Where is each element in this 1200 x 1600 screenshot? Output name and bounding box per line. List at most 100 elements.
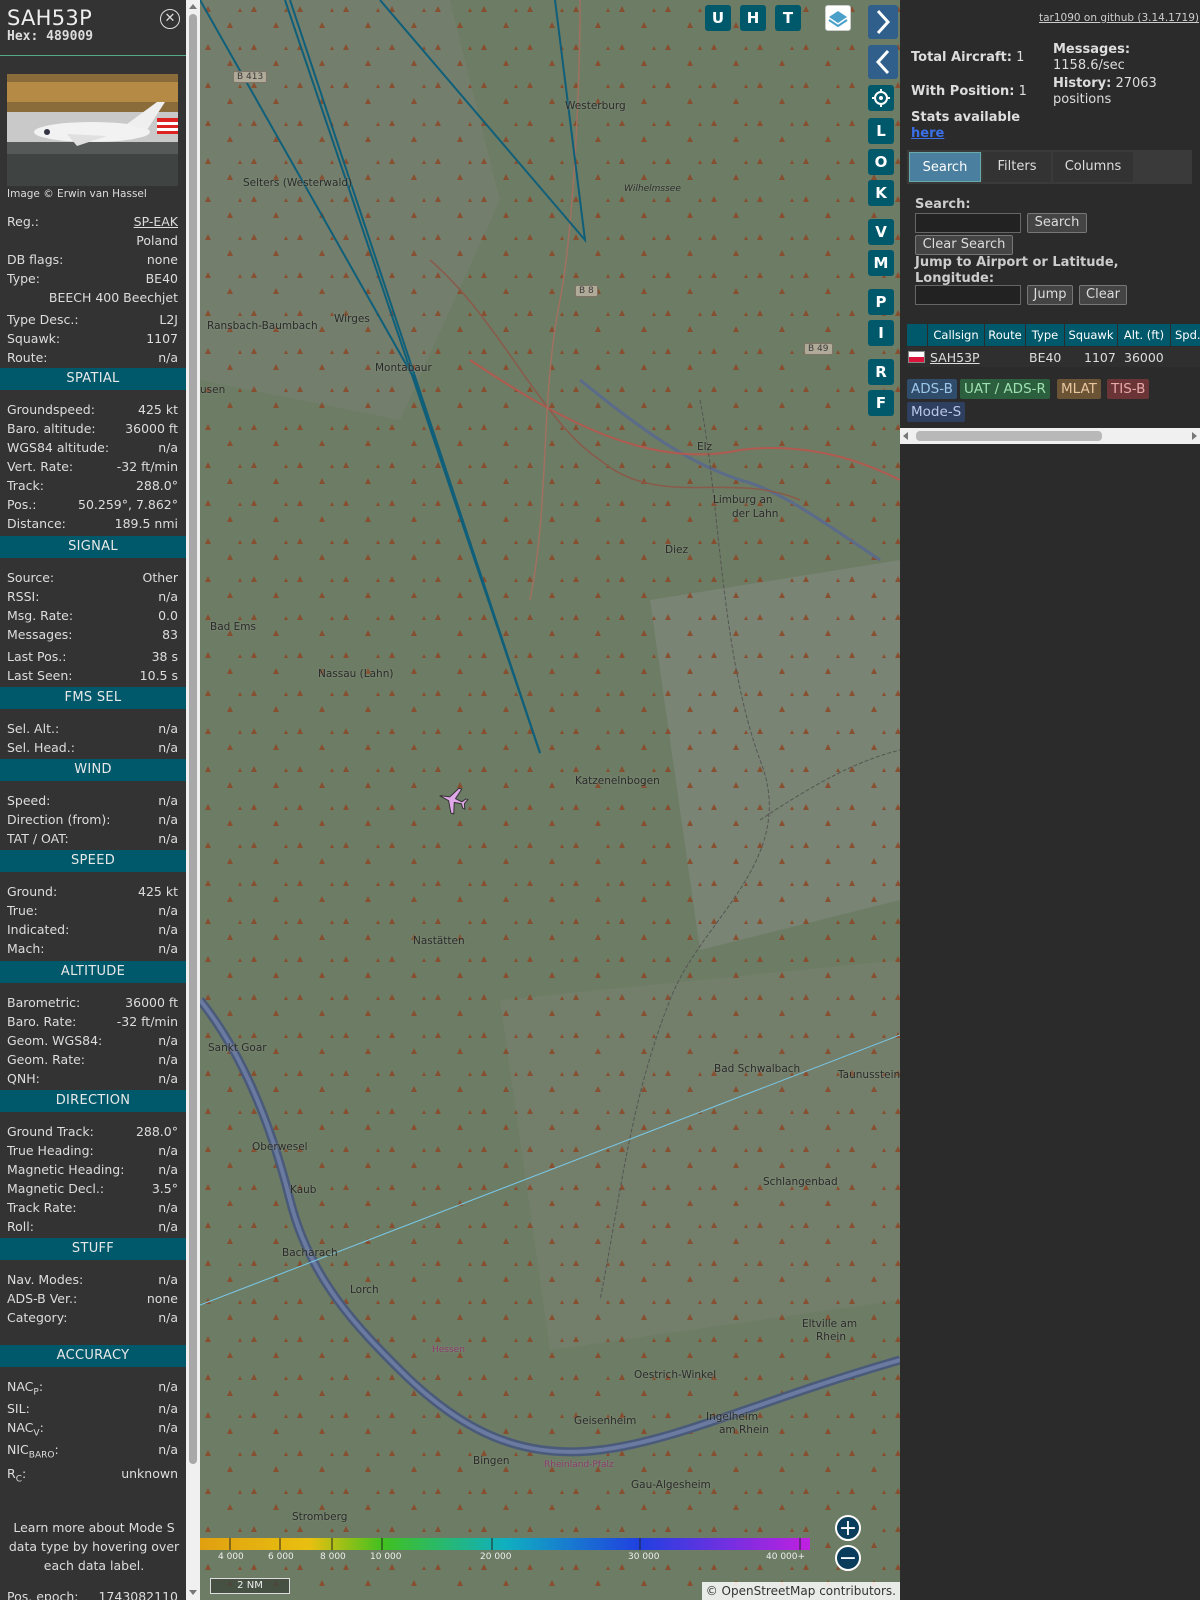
field-value: 288.0° [135,1124,178,1139]
field-value: n/a [158,1162,178,1177]
detail-row: Baro. altitude: 36000 ft [7,419,178,438]
field-label-text: Magnetic Decl.: [7,1181,105,1196]
github-link[interactable]: tar1090 on github (3.14.1719) [1039,12,1199,24]
sidebar-scrollbar-thumb[interactable] [189,14,197,1464]
map-button-l[interactable]: L [868,118,894,144]
field-label: True Heading: [7,1141,94,1160]
clear-search-button[interactable]: Clear Search [915,235,1013,255]
map-town-label: Bingen [473,1455,510,1467]
table-header-type[interactable]: Type [1026,324,1064,346]
map-button-h[interactable]: H [740,5,766,31]
label-colon: : [54,1442,59,1457]
map-button-t[interactable]: T [775,5,801,31]
search-button[interactable]: Search [1027,213,1087,233]
section-header-speed: SPEED [0,850,186,872]
map-button-u[interactable]: U [705,5,731,31]
scroll-down-arrow-icon[interactable] [189,1590,197,1595]
tab-search[interactable]: Search [909,152,981,182]
map-town-label: Kaub [290,1184,317,1196]
map-town-label: Stromberg [292,1511,348,1523]
clear-button[interactable]: Clear [1079,285,1127,305]
field-label: Sel. Head.: [7,738,75,757]
map-town-label: Rheinland-Pfalz [544,1460,614,1470]
aircraft-info-sidebar: SAH53P Hex: 489009 ✕ Image © Erwin van H… [0,0,186,1600]
table-header-route[interactable]: Route [985,324,1025,346]
jump-button[interactable]: Jump [1027,285,1073,305]
search-input[interactable] [915,213,1021,233]
field-label-text: Source: [7,570,55,585]
osm-link[interactable]: OpenStreetMap [722,1584,816,1598]
layers-icon[interactable] [825,5,851,31]
field-label-text: True: [7,903,38,918]
field-label-text: Pos.: [7,497,37,512]
zoom-in-button[interactable]: + [835,1515,861,1541]
table-header-speed[interactable]: Spd. [1171,324,1200,346]
scroll-left-arrow-icon[interactable] [903,432,908,440]
field-label-text: Distance: [7,516,66,531]
tab-columns[interactable]: Columns [1053,152,1133,182]
table-header-squawk[interactable]: Squawk [1065,324,1117,346]
detail-row: NACP: n/a [7,1377,178,1398]
tab-filters[interactable]: Filters [983,152,1051,182]
detail-row: Sel. Head.: n/a [7,738,178,757]
map-button-o[interactable]: O [868,149,894,175]
map-button-k[interactable]: K [868,180,894,206]
field-label: Magnetic Heading: [7,1160,124,1179]
map-button-r[interactable]: R [868,359,894,385]
table-header-altitude[interactable]: Alt. (ft) [1118,324,1170,346]
map-button-p[interactable]: P [868,289,894,315]
map-button-i[interactable]: I [868,320,894,346]
table-header-callsign[interactable]: Callsign [928,324,984,346]
table-horizontal-scrollbar[interactable] [900,428,1200,444]
field-value: Other [142,570,179,585]
detail-row: Ground: 425 kt [7,882,178,901]
detail-row: ADS-B Ver.: none [7,1289,178,1308]
map-view[interactable]: Westerburg Selters (Westerwald) Wilhelmsse… [200,0,900,1600]
section-header-fms: FMS SEL [0,687,186,709]
stat-value: 1 [1016,50,1025,65]
stats-link[interactable]: here [911,126,944,141]
field-value: n/a [158,1442,178,1457]
field-label: Groundspeed: [7,400,95,419]
field-value: none [146,1291,178,1306]
scroll-up-arrow-icon[interactable] [189,4,197,9]
field-value: n/a [158,1272,178,1287]
close-icon[interactable]: ✕ [160,9,180,29]
field-label-text: Roll: [7,1219,34,1234]
detail-row: Messages: 83 [7,625,178,644]
table-scrollbar-thumb[interactable] [916,431,1102,441]
field-label: Type Desc.: [7,310,79,329]
legend-tisb: TIS-B [1107,379,1150,399]
field-value: n/a [158,831,178,846]
jump-input[interactable] [915,285,1021,305]
map-town-label: Ransbach-Baumbach [207,320,318,332]
map-button-v[interactable]: V [868,219,894,245]
aircraft-photo[interactable] [7,74,178,186]
field-label: Geom. Rate: [7,1050,85,1069]
field-label-text: NAC [7,1379,34,1394]
detail-row: TAT / OAT: n/a [7,829,178,848]
hex-code: Hex: 489009 [7,29,179,44]
chevron-right-icon[interactable] [868,5,898,39]
chevron-left-icon[interactable] [868,45,898,79]
map-button-m[interactable]: M [868,250,894,276]
zoom-out-button[interactable]: − [835,1545,861,1571]
field-value: BEECH 400 Beechjet [48,290,178,305]
altitude-tick-label: 4 000 [218,1552,244,1562]
table-header-flag[interactable] [907,324,927,346]
settings-gear-icon[interactable] [868,85,894,111]
stat-label: Stats available [911,110,1021,125]
scroll-right-arrow-icon[interactable] [1192,432,1197,440]
map-button-f[interactable]: F [868,390,894,416]
map-town-label: Taunusstein [838,1069,900,1081]
row-callsign[interactable]: SAH53P [930,348,980,368]
field-value[interactable]: SP-EAK [134,212,178,231]
sidebar-scrollbar[interactable] [186,0,200,1600]
field-label: Source: [7,568,54,587]
field-value: n/a [158,1420,178,1435]
field-label-text: Baro. Rate: [7,1014,77,1029]
scale-bar: 2 NM [210,1578,290,1594]
field-value: n/a [158,903,178,918]
field-value: 38 s [151,649,178,664]
field-label: TAT / OAT: [7,829,69,848]
